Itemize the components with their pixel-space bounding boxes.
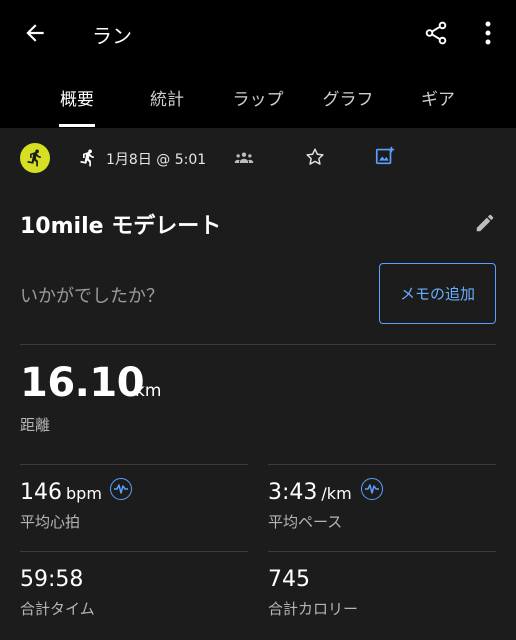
page-title: ラン [92, 24, 132, 48]
add-photo-icon[interactable] [374, 145, 396, 167]
feeling-prompt[interactable]: いかがでしたか？ [20, 282, 164, 308]
total-time-value: 59:58 [20, 567, 84, 592]
pencil-icon[interactable] [474, 212, 496, 234]
avg-pace-stat: 3:43/km [268, 480, 352, 505]
heart-rate-wave-icon [365, 484, 379, 494]
divider [20, 344, 496, 345]
group-icon[interactable] [234, 150, 254, 166]
arrow-left-icon [26, 24, 44, 42]
activity-name: 10mile モデレート [20, 214, 222, 239]
tab-overview[interactable]: 概要 [47, 66, 107, 128]
avg-hr-stat: 146 bpm [20, 480, 102, 505]
tab-stats[interactable]: 統計 [137, 66, 197, 128]
running-person-icon [80, 149, 94, 167]
avg-hr-value: 146 [20, 480, 62, 505]
divider [268, 551, 496, 552]
heart-rate-wave-icon [114, 484, 128, 494]
running-person-icon [27, 149, 41, 167]
distance-label: 距離 [20, 416, 51, 434]
share-button[interactable] [420, 17, 452, 49]
back-button[interactable] [20, 18, 50, 48]
distance-unit: km [135, 381, 162, 401]
avg-hr-unit: bpm [66, 484, 102, 503]
avg-hr-label: 平均心拍 [20, 513, 81, 531]
avg-pace-value: 3:43 [268, 480, 318, 505]
share-icon [425, 21, 447, 45]
avg-pace-unit: /km [321, 484, 352, 503]
divider [268, 464, 496, 465]
add-memo-button[interactable]: メモの追加 [379, 263, 496, 324]
distance-value: 16.10 [20, 360, 145, 406]
heart-rate-info-button[interactable] [110, 478, 132, 500]
star-outline-icon[interactable] [304, 146, 326, 168]
total-time-label: 合計タイム [20, 600, 95, 618]
divider [20, 551, 248, 552]
active-tab-indicator [59, 124, 95, 127]
calories-label: 合計カロリー [268, 600, 359, 618]
pace-info-button[interactable] [361, 478, 383, 500]
tab-graph[interactable]: グラフ [313, 66, 383, 128]
top-app-bar: ラン [0, 0, 516, 66]
tab-bar: 概要 統計 ラップ グラフ ギア [0, 66, 516, 128]
tab-laps[interactable]: ラップ [223, 66, 293, 128]
activity-type-badge[interactable] [20, 143, 50, 173]
more-vertical-icon [485, 21, 491, 45]
avg-pace-label: 平均ペース [268, 513, 343, 531]
more-options-button[interactable] [476, 17, 500, 49]
tab-gear[interactable]: ギア [410, 66, 466, 128]
activity-date: 1月8日 @ 5:01 [106, 152, 207, 168]
calories-value: 745 [268, 567, 310, 592]
divider [20, 464, 248, 465]
